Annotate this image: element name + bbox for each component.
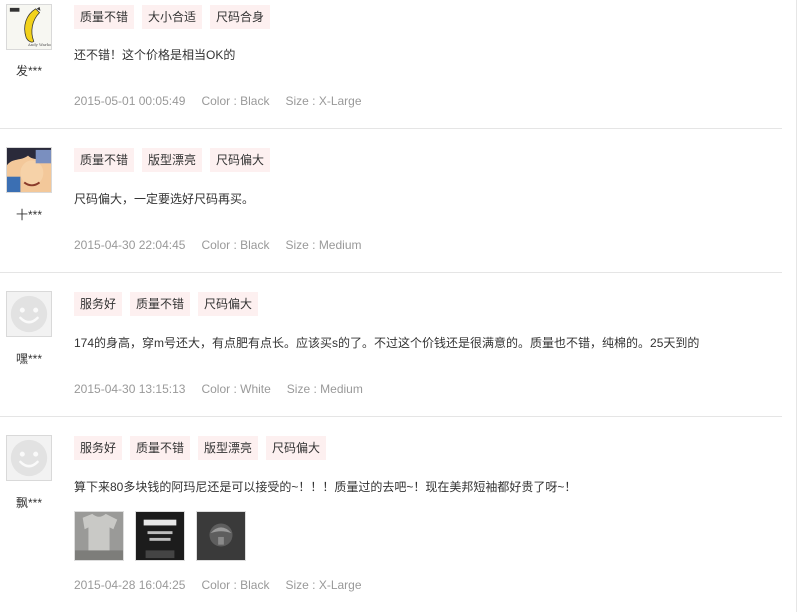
review-photo[interactable] [196,511,246,561]
review-tag: 尺码偏大 [210,148,271,172]
default-smiley-avatar-icon [7,436,51,480]
avatar[interactable] [6,147,52,193]
review-item: Andy Warhol 发*** 质量不错 大小合适 尺码合身 还不错！这个价格… [0,0,782,129]
review-date: 2015-04-30 22:04:45 [74,238,186,252]
review-date: 2015-05-01 00:05:49 [74,94,186,108]
right-divider [796,0,797,612]
review-tag: 质量不错 [74,5,135,29]
label-photo-thumbnail [136,512,184,560]
review-date: 2015-04-28 16:04:25 [74,578,186,592]
avatar[interactable] [6,435,52,481]
review-meta: 2015-04-28 16:04:25 Color : Black Size :… [74,578,378,592]
review-size: Size : Medium [286,382,363,396]
default-smiley-avatar-icon [7,292,51,336]
review-color: Color : Black [201,94,270,108]
review-comment: 还不错！这个价格是相当OK的 [74,48,236,62]
avatar[interactable] [6,291,52,337]
review-tag: 质量不错 [74,148,135,172]
review-photos [74,511,246,561]
review-tag: 尺码偏大 [198,292,259,316]
review-item: 飘*** 服务好 质量不错 版型漂亮 尺码偏大 算下来80多块钱的阿玛尼还是可以… [0,417,782,612]
review-size: Size : X-Large [285,578,362,592]
review-size: Size : X-Large [285,94,362,108]
review-tags: 质量不错 版型漂亮 尺码偏大 [74,148,271,172]
review-tag: 质量不错 [130,292,191,316]
review-meta: 2015-05-01 00:05:49 Color : Black Size :… [74,94,378,108]
review-photo[interactable] [74,511,124,561]
review-tag: 版型漂亮 [142,148,203,172]
review-tag: 服务好 [74,292,123,316]
review-tag: 版型漂亮 [198,436,259,460]
avatar[interactable]: Andy Warhol [6,4,52,50]
review-meta: 2015-04-30 13:15:13 Color : White Size :… [74,382,379,396]
review-color: Color : White [201,382,271,396]
review-tags: 质量不错 大小合适 尺码合身 [74,5,271,29]
review-item: 十*** 质量不错 版型漂亮 尺码偏大 尺码偏大，一定要选好尺码再买。 2015… [0,129,782,273]
review-tags: 服务好 质量不错 尺码偏大 [74,292,259,316]
username: 飘*** [15,496,42,510]
review-comment: 尺码偏大，一定要选好尺码再买。 [74,192,255,206]
review-color: Color : Black [201,578,270,592]
tshirt-photo-thumbnail [75,512,123,560]
review-tag: 尺码合身 [210,5,271,29]
username: 发*** [15,64,42,78]
review-tag: 大小合适 [142,5,203,29]
logo-photo-thumbnail [197,512,245,560]
review-tags: 服务好 质量不错 版型漂亮 尺码偏大 [74,436,327,460]
review-comment: 174的身高，穿m号还大，有点肥有点长。应该买s的了。不过这个价钱还是很满意的。… [74,336,700,350]
review-color: Color : Black [201,238,270,252]
banana-art-icon: Andy Warhol [7,5,51,49]
review-comment: 算下来80多块钱的阿玛尼还是可以接受的~！！！质量过的去吧~！现在美邦短袖都好贵… [74,480,577,494]
anime-character-icon [7,148,51,192]
review-item: 嘿*** 服务好 质量不错 尺码偏大 174的身高，穿m号还大，有点肥有点长。应… [0,273,782,417]
review-tag: 质量不错 [130,436,191,460]
review-size: Size : Medium [285,238,362,252]
review-date: 2015-04-30 13:15:13 [74,382,186,396]
review-tag: 服务好 [74,436,123,460]
review-meta: 2015-04-30 22:04:45 Color : Black Size :… [74,238,378,252]
svg-text:Andy Warhol: Andy Warhol [27,42,51,47]
review-tag: 尺码偏大 [266,436,327,460]
username: 嘿*** [15,352,42,366]
username: 十*** [15,208,42,222]
review-photo[interactable] [135,511,185,561]
